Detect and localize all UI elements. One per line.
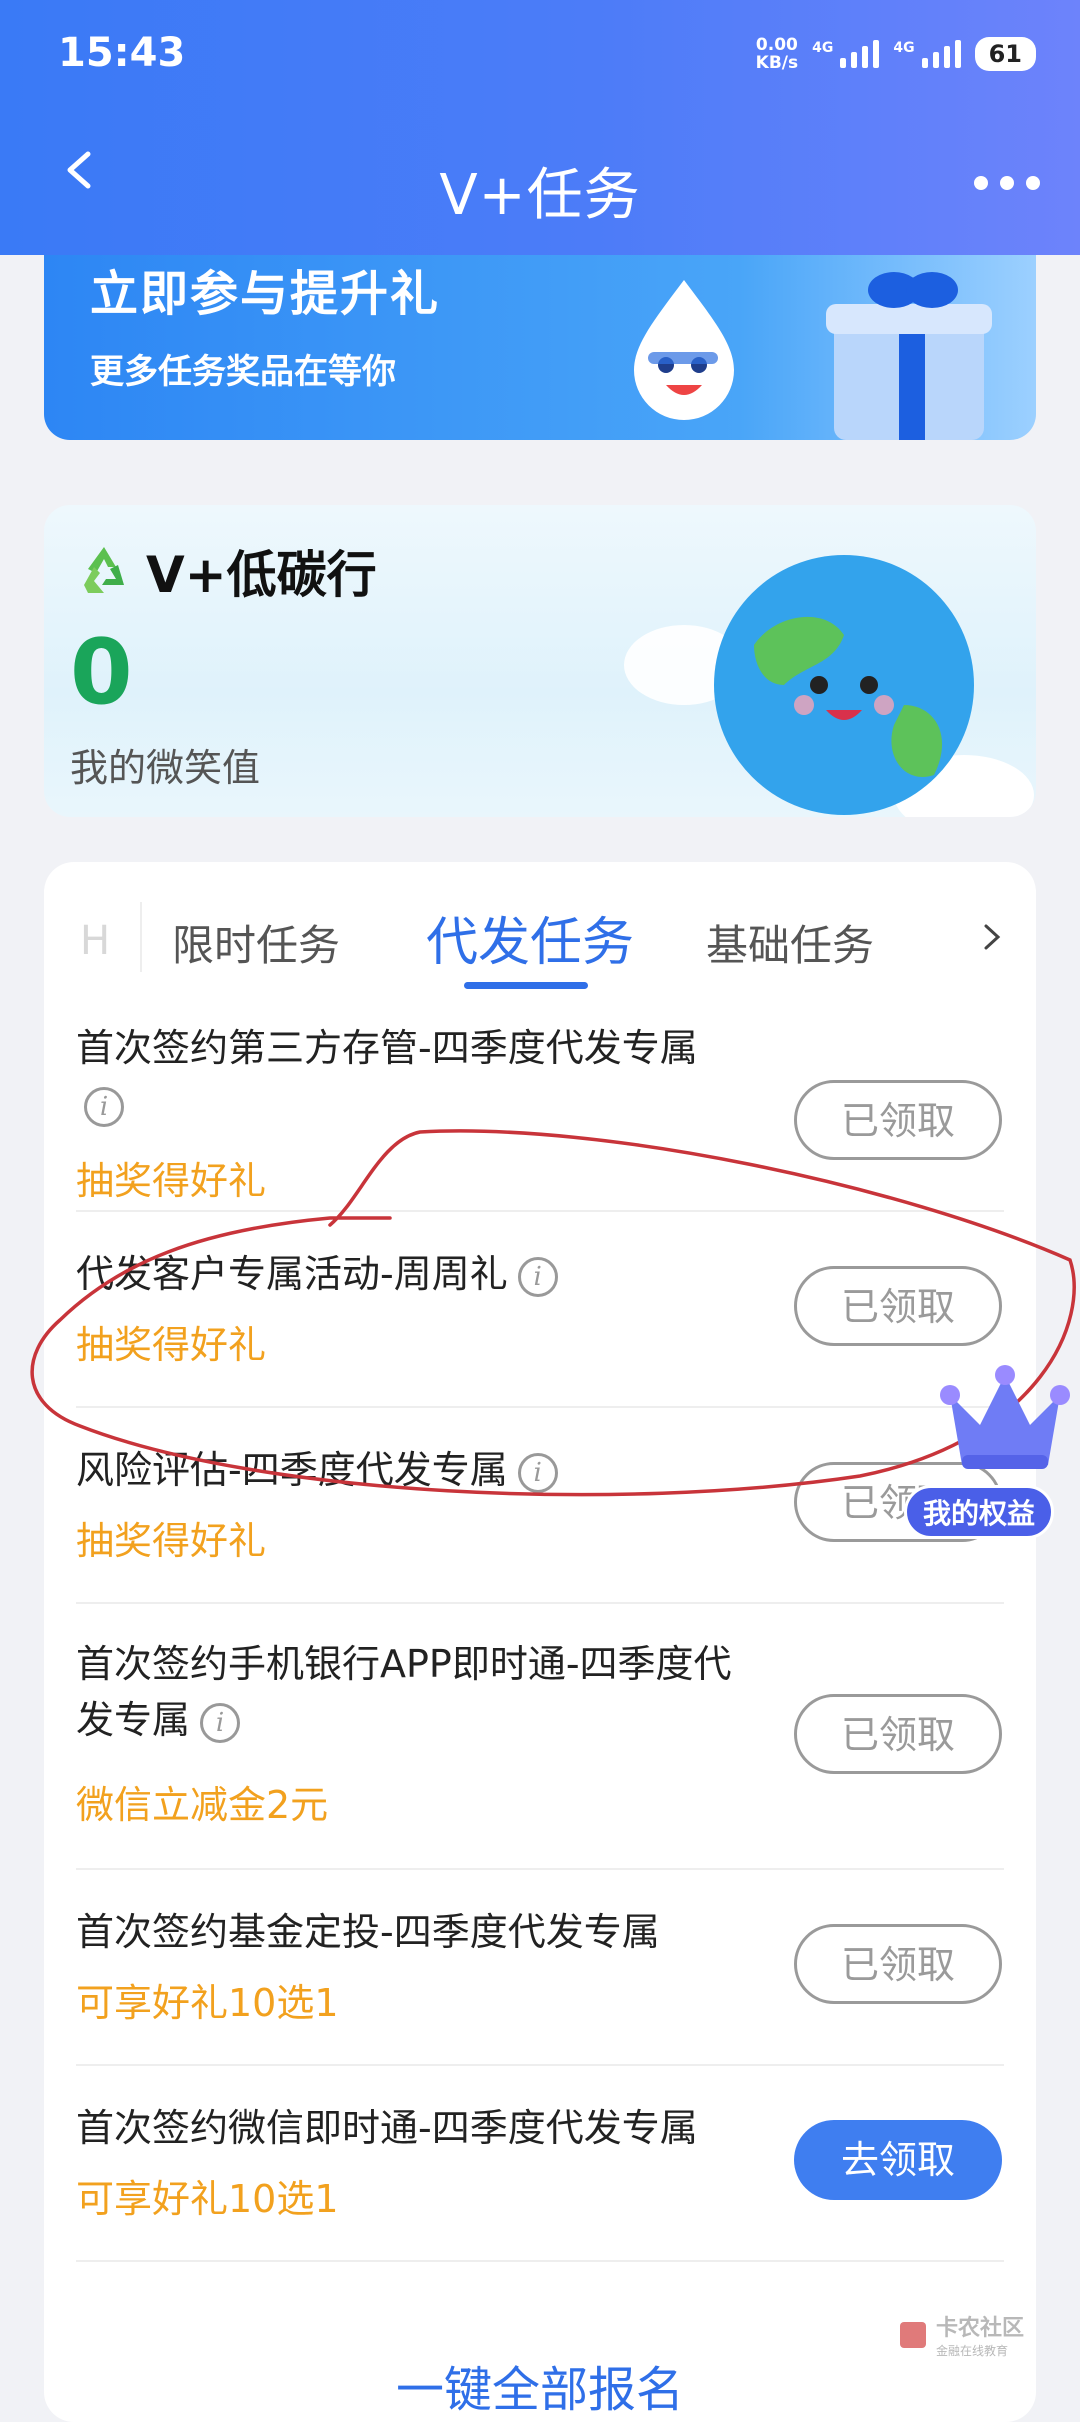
task-title-text: 代发客户专属活动-周周礼 bbox=[76, 1252, 508, 1296]
my-rights-float[interactable]: 我的权益 bbox=[900, 1355, 1080, 1545]
watermark-line2: 金融在线教育 bbox=[936, 2344, 1009, 2358]
task-reward: 可享好礼10选1 bbox=[76, 2177, 339, 2221]
task-title: 风险评估-四季度代发专属 i bbox=[76, 1442, 776, 1498]
task-title: 首次签约第三方存管-四季度代发专属 i bbox=[76, 1020, 776, 1132]
task-item: 首次签约微信即时通-四季度代发专属 可享好礼10选1 去领取 bbox=[76, 2064, 1004, 2262]
battery-icon: 61 bbox=[974, 37, 1036, 71]
page-title: V+任务 bbox=[439, 163, 641, 228]
info-icon[interactable]: i bbox=[84, 1086, 124, 1127]
signup-all-button[interactable]: 一键全部报名 bbox=[44, 2350, 1036, 2420]
more-icon[interactable] bbox=[974, 176, 1040, 190]
task-title-text: 首次签约手机银行APP即时通-四季度代发专属 bbox=[76, 1642, 732, 1742]
task-title-text: 首次签约微信即时通-四季度代发专属 bbox=[76, 2106, 698, 2150]
network-speed-value: 0.00 bbox=[755, 35, 798, 55]
status-icons: 0.00 KB/s 4G 4G 61 bbox=[756, 36, 1036, 72]
tab-payroll[interactable]: 代发任务 bbox=[426, 900, 634, 975]
task-item: 首次签约第三方存管-四季度代发专属 i 抽奖得好礼 已领取 bbox=[76, 1010, 1004, 1212]
task-reward: 抽奖得好礼 bbox=[76, 1323, 267, 1367]
task-reward: 可享好礼10选1 bbox=[76, 1981, 339, 2025]
gift-box-illustration bbox=[826, 272, 992, 440]
task-item: 代发客户专属活动-周周礼 i 抽奖得好礼 已领取 bbox=[76, 1210, 1004, 1408]
task-title: 首次签约手机银行APP即时通-四季度代发专属 i bbox=[76, 1636, 766, 1748]
network-speed: 0.00 KB/s bbox=[756, 36, 798, 72]
tab-basic[interactable]: 基础任务 bbox=[706, 912, 874, 973]
task-title: 首次签约微信即时通-四季度代发专属 bbox=[76, 2100, 776, 2156]
smile-value: 0 bbox=[70, 620, 133, 725]
crown-icon bbox=[940, 1365, 1070, 1469]
mascot-illustration bbox=[634, 280, 734, 420]
earth-illustration bbox=[624, 555, 1034, 817]
task-reward: 抽奖得好礼 bbox=[76, 1519, 267, 1563]
task-title: 代发客户专属活动-周周礼 i bbox=[76, 1246, 776, 1302]
task-card: H 限时任务 代发任务 基础任务 首次签约第三方存管-四季度代发专属 i 抽奖得… bbox=[44, 862, 1036, 2422]
status-time: 15:43 bbox=[58, 30, 186, 76]
task-title: 首次签约基金定投-四季度代发专属 bbox=[76, 1904, 776, 1960]
task-title-text: 首次签约第三方存管-四季度代发专属 bbox=[76, 1026, 698, 1070]
task-title-text: 首次签约基金定投-四季度代发专属 bbox=[76, 1910, 660, 1954]
chevron-right-icon[interactable] bbox=[976, 922, 1006, 952]
info-icon[interactable]: i bbox=[200, 1702, 241, 1743]
promo-banner[interactable]: 立即参与提升礼 更多任务奖品在等你 bbox=[44, 240, 1036, 440]
my-rights-label: 我的权益 bbox=[904, 1485, 1055, 1539]
task-title-text: 风险评估-四季度代发专属 bbox=[76, 1448, 508, 1492]
task-tabs: H 限时任务 代发任务 基础任务 bbox=[44, 862, 1036, 1012]
task-item: 首次签约基金定投-四季度代发专属 可享好礼10选1 已领取 bbox=[76, 1868, 1004, 2066]
banner-title: 立即参与提升礼 bbox=[90, 266, 441, 322]
info-icon[interactable]: i bbox=[517, 1452, 558, 1493]
sim1-label: 4G bbox=[812, 40, 834, 56]
low-carbon-card[interactable]: V+低碳行 0 我的微笑值 bbox=[44, 505, 1036, 817]
smile-label: 我的微笑值 bbox=[70, 746, 261, 790]
claim-button[interactable]: 去领取 bbox=[794, 2120, 1002, 2200]
app-header: 15:43 0.00 KB/s 4G 4G 61 V+任务 bbox=[0, 0, 1080, 255]
sim2-label: 4G bbox=[893, 40, 915, 56]
watermark-line1: 卡农社区 bbox=[936, 2316, 1025, 2341]
task-item: 首次签约手机银行APP即时通-四季度代发专属 i 微信立减金2元 已领取 bbox=[76, 1602, 1004, 1870]
tab-faded[interactable]: H bbox=[80, 918, 110, 964]
carbon-title: V+低碳行 bbox=[146, 546, 377, 604]
task-reward: 抽奖得好礼 bbox=[76, 1159, 267, 1203]
watermark: 卡农社区 金融在线教育 bbox=[898, 2310, 1024, 2359]
carbon-title-row: V+低碳行 bbox=[74, 535, 377, 607]
claimed-button[interactable]: 已领取 bbox=[794, 1924, 1002, 2004]
claimed-button[interactable]: 已领取 bbox=[794, 1080, 1002, 1160]
banner-subtitle: 更多任务奖品在等你 bbox=[90, 352, 396, 392]
tab-underline bbox=[464, 982, 588, 989]
recycle-icon bbox=[84, 547, 124, 593]
signal-icon: 4G bbox=[812, 40, 880, 68]
tab-limited[interactable]: 限时任务 bbox=[172, 912, 340, 973]
signal-icon: 4G bbox=[893, 40, 961, 68]
task-item: 风险评估-四季度代发专属 i 抽奖得好礼 已领取 bbox=[76, 1406, 1004, 1604]
network-speed-unit: KB/s bbox=[755, 53, 799, 73]
claimed-button[interactable]: 已领取 bbox=[794, 1694, 1002, 1774]
tab-divider bbox=[140, 902, 142, 972]
claimed-button[interactable]: 已领取 bbox=[794, 1266, 1002, 1346]
info-icon[interactable]: i bbox=[517, 1256, 558, 1297]
watermark-logo-icon bbox=[900, 2321, 926, 2348]
task-reward: 微信立减金2元 bbox=[76, 1783, 329, 1827]
